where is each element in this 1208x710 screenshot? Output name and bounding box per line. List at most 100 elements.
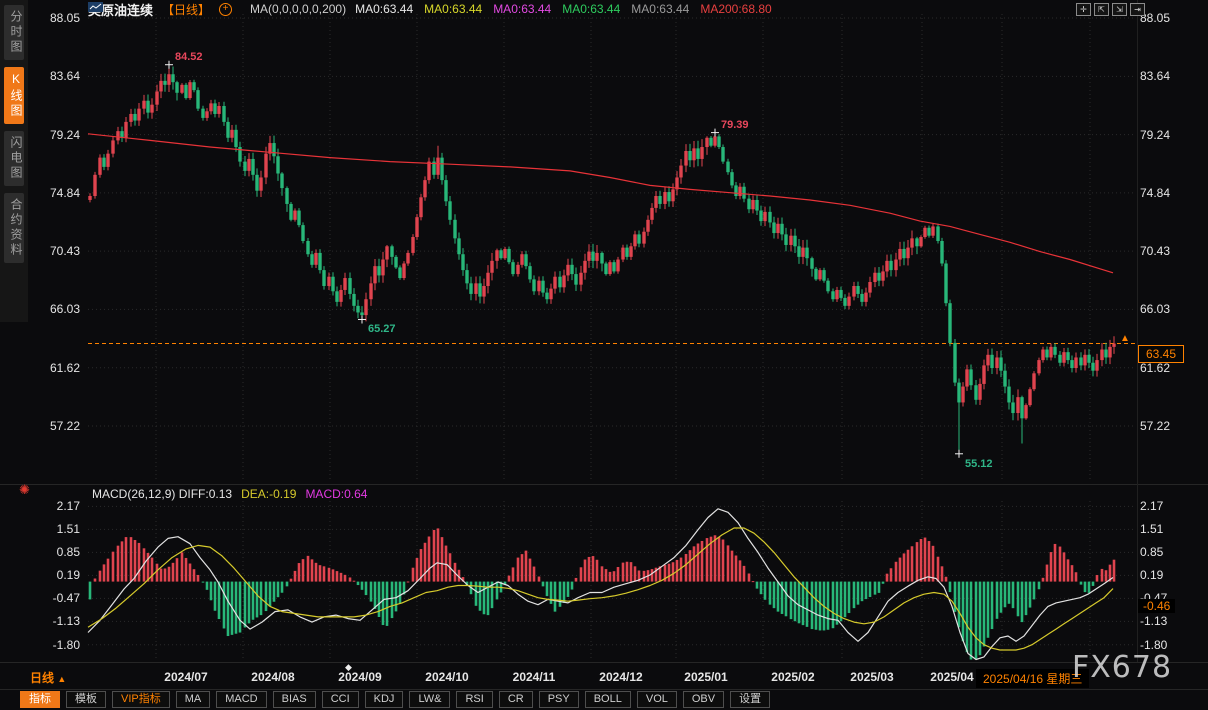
tab-OBV[interactable]: OBV — [683, 691, 724, 708]
macd-bar — [112, 552, 115, 582]
macd-bar — [252, 582, 255, 620]
candle — [247, 159, 250, 171]
candle — [142, 101, 145, 109]
candle — [835, 290, 838, 299]
candle — [801, 248, 804, 257]
macd-bar — [571, 582, 574, 590]
candle — [995, 357, 998, 368]
tab-RSI[interactable]: RSI — [456, 691, 492, 708]
macd-bar — [899, 558, 902, 582]
macd-bar — [1071, 565, 1074, 581]
zoom-in-axis-icon[interactable]: ⇱ — [1094, 3, 1109, 16]
tab-设置[interactable]: 设置 — [730, 691, 770, 708]
tab-LW&[interactable]: LW& — [409, 691, 450, 708]
chevron-up-icon: ▲ — [57, 674, 66, 684]
candle — [612, 262, 615, 271]
macd-bar — [428, 537, 431, 582]
macd-bar — [693, 546, 696, 581]
tab-CR[interactable]: CR — [499, 691, 533, 708]
candle — [482, 286, 485, 297]
ma200-line — [88, 134, 1113, 273]
add-indicator-icon[interactable]: + — [219, 3, 232, 16]
ma-settings-label[interactable]: MA(0,0,0,0,0,200) — [250, 2, 346, 16]
shift-right-icon[interactable]: ⇥ — [1130, 3, 1145, 16]
candle — [982, 365, 985, 384]
sidebar-item-view[interactable]: 合约资料 — [4, 193, 24, 263]
macd-bar — [815, 582, 818, 630]
candle — [180, 85, 183, 93]
macd-bar — [441, 537, 444, 581]
candle — [839, 290, 842, 298]
macd-bar — [580, 567, 583, 581]
candle — [537, 281, 540, 292]
macd-value-tag: -0.46 — [1138, 599, 1175, 613]
price-axis-label: 70.43 — [1140, 244, 1170, 258]
tab-CCI[interactable]: CCI — [322, 691, 359, 708]
macd-bar — [125, 537, 128, 582]
macd-bar — [727, 545, 730, 581]
macd-bar — [718, 537, 721, 582]
macd-bar — [785, 582, 788, 617]
candle — [923, 228, 926, 237]
tab-BOLL[interactable]: BOLL — [585, 691, 631, 708]
tab-MA[interactable]: MA — [176, 691, 211, 708]
fx678-watermark: FX678 — [1072, 650, 1172, 685]
tab-VIP指标[interactable]: VIP指标 — [112, 691, 170, 708]
macd-bar — [181, 552, 184, 581]
sidebar-item-view[interactable]: 闪电图 — [4, 131, 24, 186]
tab-MACD[interactable]: MACD — [216, 691, 266, 708]
candle — [394, 257, 397, 268]
macd-bar — [1059, 547, 1062, 582]
candle — [831, 291, 834, 299]
candle — [478, 283, 481, 296]
sidebar-item-kline-active[interactable]: K线图 — [4, 67, 24, 124]
candle — [222, 106, 225, 122]
macd-bar — [1046, 565, 1049, 582]
macd-bar — [433, 530, 436, 582]
candle — [1016, 397, 1019, 413]
tab-KDJ[interactable]: KDJ — [365, 691, 404, 708]
candle — [272, 143, 275, 156]
candle — [1100, 350, 1103, 361]
candle — [264, 154, 267, 178]
last-price-arrow-icon: ▲ — [1120, 333, 1130, 344]
candle — [150, 105, 153, 113]
zoom-out-axis-icon[interactable]: ⇲ — [1112, 3, 1127, 16]
candle — [1041, 350, 1044, 361]
tab-BIAS[interactable]: BIAS — [273, 691, 316, 708]
crosshair-icon[interactable]: ✛ — [1076, 3, 1091, 16]
macd-bar — [239, 582, 242, 633]
macd-bar — [307, 556, 310, 582]
candle — [953, 343, 956, 383]
candle — [688, 151, 691, 160]
candle — [864, 293, 867, 302]
tab-VOL[interactable]: VOL — [637, 691, 677, 708]
candle — [562, 275, 565, 287]
macd-bar — [970, 582, 973, 660]
candle — [713, 136, 716, 145]
period-selector[interactable]: 日线 ▲ — [30, 669, 66, 686]
candle — [637, 234, 640, 243]
macd-bar — [1113, 560, 1116, 582]
macd-bar — [748, 574, 751, 582]
macd-bar — [1000, 582, 1003, 613]
candle — [679, 166, 682, 178]
candle — [310, 254, 313, 265]
macd-params-label[interactable]: MACD(26,12,9) DIFF:0.13 — [92, 487, 232, 501]
sidebar-item-view[interactable]: 分时图 — [4, 5, 24, 60]
macd-bar — [575, 578, 578, 582]
alert-burst-icon[interactable]: ✺ — [19, 482, 30, 498]
macd-bar — [529, 559, 532, 582]
period-tag[interactable]: 【日线】 — [162, 1, 210, 18]
macd-bar — [865, 582, 868, 599]
macd-header: MACD(26,12,9) DIFF:0.13 DEA:-0.19 MACD:0… — [92, 487, 367, 501]
macd-bar — [840, 582, 843, 622]
tab-指标[interactable]: 指标 — [20, 691, 60, 708]
candle — [116, 131, 119, 140]
candle — [314, 253, 317, 265]
tab-PSY[interactable]: PSY — [539, 691, 579, 708]
tab-模板[interactable]: 模板 — [66, 691, 106, 708]
candle — [163, 81, 166, 85]
candle — [486, 273, 489, 286]
chart-canvas[interactable] — [0, 0, 1208, 710]
